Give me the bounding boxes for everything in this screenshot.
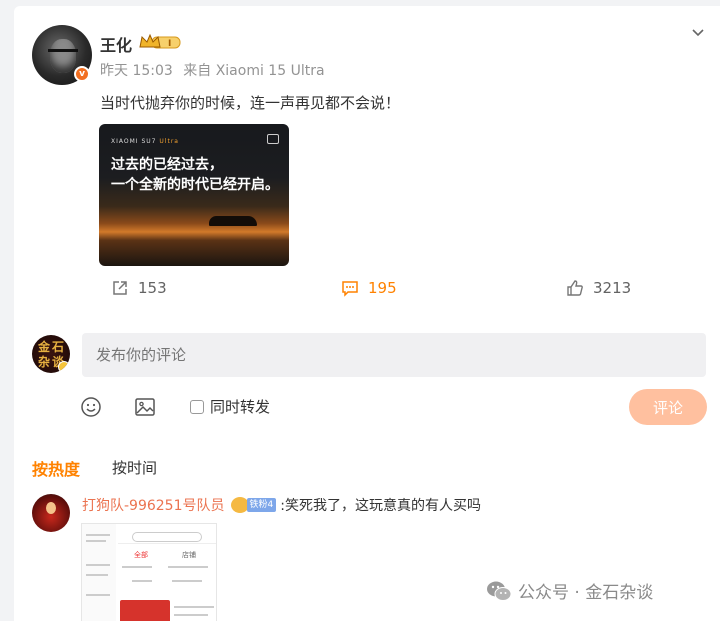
comment-item: 打狗队-996251号队员 铁粉4 :笑死我了，这玩意真的有人买吗: [82, 495, 481, 515]
share-button[interactable]: 153: [110, 278, 167, 298]
text-line: [132, 580, 152, 582]
post-image[interactable]: XIAOMI SU7 Ultra 过去的已经过去， 一个全新的时代已经开启。: [99, 124, 289, 266]
avatar-glasses: [48, 49, 78, 57]
emoji-icon[interactable]: [80, 396, 102, 418]
text-line: [86, 594, 110, 596]
repost-label: 同时转发: [210, 398, 271, 416]
sort-by-hot-tab[interactable]: 按热度: [32, 456, 80, 480]
text-line: [174, 614, 208, 616]
comment-image[interactable]: 全部 店铺: [81, 523, 217, 621]
comment-count: 195: [368, 279, 397, 297]
image-tab-shop: 店铺: [182, 551, 196, 559]
text-line: [122, 566, 152, 568]
camera-icon: [267, 134, 279, 144]
image-tab-all: 全部: [134, 551, 148, 559]
thumbs-up-icon: [567, 280, 583, 296]
share-count: 153: [138, 279, 167, 297]
search-box: [132, 532, 202, 542]
submit-comment-button[interactable]: 评论: [629, 389, 707, 425]
post-meta: 昨天 15:03 来自 Xiaomi 15 Ultra: [100, 60, 331, 80]
like-button[interactable]: 3213: [565, 278, 631, 298]
image-left-column: [82, 524, 116, 621]
image-headline-1: 过去的已经过去，: [111, 157, 223, 173]
image-search-bar: [118, 530, 216, 544]
my-avatar[interactable]: 金 石 杂 谈: [32, 335, 70, 373]
action-bar: 153 195 3213: [14, 276, 720, 304]
verified-badge-icon: [58, 361, 70, 373]
share-icon: [113, 281, 127, 295]
commenter-name[interactable]: 打狗队-996251号队员: [82, 495, 225, 515]
post-text: 当时代抛弃你的时候，连一声再见都不会说！: [100, 94, 401, 112]
post-source: 来自 Xiaomi 15 Ultra: [183, 63, 325, 79]
member-crown-icon[interactable]: I: [138, 33, 182, 51]
comment-icon: [342, 281, 358, 297]
fan-medal-icon: [230, 497, 249, 513]
text-line: [86, 534, 110, 536]
wechat-icon: [487, 581, 512, 601]
product-thumbnail: [120, 600, 170, 621]
comment-text: :笑死我了，这玩意真的有人买吗: [280, 498, 481, 514]
text-line: [172, 580, 202, 582]
text-line: [86, 564, 110, 566]
car-silhouette: [209, 216, 257, 226]
text-line: [174, 606, 214, 608]
repost-checkbox[interactable]: 同时转发: [190, 396, 270, 417]
avatar-glyph: 杂: [38, 355, 51, 369]
image-upload-icon[interactable]: [134, 396, 156, 418]
comment-button[interactable]: 195: [340, 278, 397, 298]
like-count: 3213: [593, 279, 632, 297]
text-line: [168, 566, 208, 568]
comment-input[interactable]: [82, 333, 706, 377]
image-headline-2: 一个全新的时代已经开启。: [111, 177, 279, 193]
fan-badge[interactable]: 铁粉4: [230, 497, 277, 513]
fan-level-tag: 铁粉4: [246, 498, 277, 512]
author-name[interactable]: 王化: [100, 32, 132, 56]
checkbox[interactable]: [190, 399, 204, 414]
image-brand: XIAOMI SU7 Ultra: [111, 138, 179, 145]
chevron-down-icon[interactable]: [690, 24, 706, 40]
post-time[interactable]: 昨天 15:03: [100, 63, 173, 79]
commenter-avatar[interactable]: [32, 494, 70, 532]
watermark: 公众号 · 金石杂谈: [486, 578, 653, 603]
watermark-text: 公众号 · 金石杂谈: [518, 583, 654, 603]
text-line: [86, 574, 108, 576]
svg-text:I: I: [168, 39, 171, 49]
sort-by-time-tab[interactable]: 按时间: [112, 457, 157, 478]
verified-badge-icon: v: [74, 66, 90, 82]
weibo-post-card: v 王化 I 昨天 15:03 来自 Xiaomi 15 Ultra 当时代抛弃…: [14, 6, 720, 621]
text-line: [86, 540, 106, 542]
